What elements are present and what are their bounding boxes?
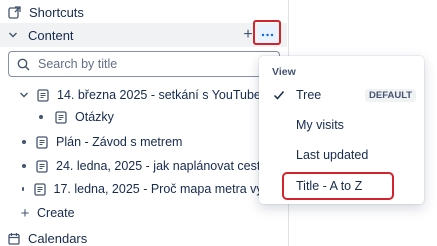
- page-icon: [37, 88, 49, 102]
- tree-item-title: Otázky: [75, 110, 114, 124]
- page-icon: [36, 159, 48, 173]
- menu-item-label: Last updated: [296, 148, 369, 162]
- bullet-icon: [22, 164, 26, 168]
- tree-item[interactable]: 24. ledna, 2025 - jak naplánovat cestu .…: [22, 155, 287, 177]
- menu-item-last-updated[interactable]: Last updated: [259, 141, 424, 169]
- page-icon: [33, 182, 46, 196]
- sidebar-item-label: Shortcuts: [29, 4, 84, 20]
- content-section-header[interactable]: Content +: [0, 23, 287, 47]
- bullet-icon: [39, 115, 43, 119]
- menu-item-label: My visits: [296, 118, 344, 132]
- tree-item[interactable]: 17. ledna, 2025 - Proč mapa metra vypa..…: [22, 178, 287, 200]
- checkmark-icon: [273, 89, 285, 101]
- content-section-label: Content: [28, 27, 74, 43]
- highlight-box-title-a-to-z: [282, 172, 394, 200]
- bullet-icon: [22, 187, 24, 191]
- plus-icon: +: [20, 204, 30, 222]
- menu-item-my-visits[interactable]: My visits: [259, 111, 424, 139]
- sidebar-item-shortcuts[interactable]: Shortcuts: [8, 0, 84, 24]
- tree-item[interactable]: Plán - Závod s metrem: [22, 131, 287, 153]
- menu-header: View: [272, 66, 296, 78]
- create-label: Create: [37, 206, 75, 220]
- sidebar-item-label: Calendars: [28, 230, 88, 246]
- menu-item-label: Tree: [296, 88, 322, 102]
- chevron-down-icon[interactable]: [19, 89, 29, 101]
- shortcut-icon: [8, 5, 21, 19]
- calendar-icon: [8, 232, 20, 245]
- tree-item[interactable]: Otázky: [39, 106, 279, 128]
- sidebar-item-calendars[interactable]: Calendars: [8, 226, 87, 246]
- search-input[interactable]: Search by title: [8, 51, 280, 77]
- page-icon: [55, 110, 67, 124]
- default-badge: DEFAULT: [365, 88, 417, 102]
- highlight-box-more: [253, 20, 281, 45]
- menu-item-tree[interactable]: Tree DEFAULT: [259, 81, 424, 109]
- create-button[interactable]: + Create: [19, 202, 139, 224]
- tree-item-title: 24. ledna, 2025 - jak naplánovat cestu .…: [56, 159, 282, 173]
- search-placeholder: Search by title: [38, 57, 118, 71]
- tree-item-title: Plán - Závod s metrem: [56, 135, 183, 149]
- tree-item-title: 17. ledna, 2025 - Proč mapa metra vypa..…: [53, 182, 287, 196]
- sidebar: Shortcuts Content + Search by title 14. …: [0, 0, 288, 246]
- page-icon: [36, 135, 48, 149]
- tree-item-title: 14. března 2025 - setkání s YouTuberem..…: [57, 88, 287, 102]
- bullet-icon: [22, 140, 26, 144]
- search-icon: [17, 58, 30, 71]
- chevron-down-icon[interactable]: [8, 30, 18, 40]
- tree-item[interactable]: 14. března 2025 - setkání s YouTuberem..…: [19, 84, 287, 106]
